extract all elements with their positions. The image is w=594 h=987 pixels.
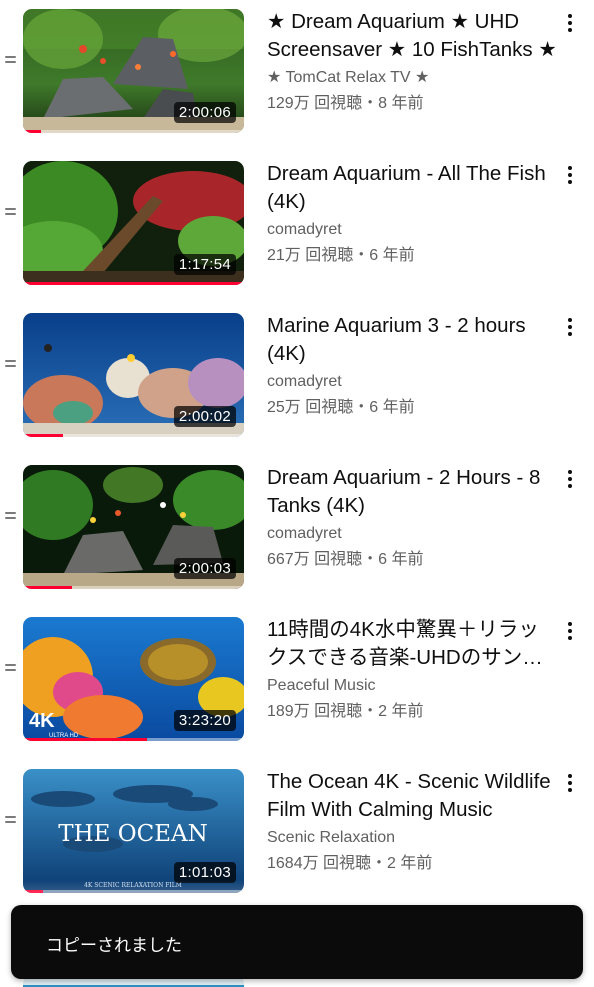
more-options-icon[interactable] xyxy=(562,318,578,338)
view-stats: 21万 回視聴・6 年前 xyxy=(267,247,415,264)
duration-badge: 2:00:02 xyxy=(173,406,236,427)
duration-badge: 3:23:20 xyxy=(173,710,236,731)
video-thumbnail[interactable]: 2:00:03 xyxy=(23,465,244,589)
watch-progress-bar xyxy=(23,586,72,589)
progress-track xyxy=(23,890,244,893)
duration-badge: 1:17:54 xyxy=(173,254,236,275)
duration-badge: 1:01:03 xyxy=(173,862,236,883)
video-title[interactable]: Dream Aquarium - 2 Hours - 8 Tanks (4K) xyxy=(267,464,557,520)
video-title[interactable]: The Ocean 4K - Scenic Wildlife Film With… xyxy=(267,768,557,824)
channel-name[interactable]: comadyret xyxy=(267,371,557,393)
thumbnail-ocean-subtitle: 4K SCENIC RELAXATION FILM xyxy=(84,882,182,889)
drag-handle-icon[interactable] xyxy=(5,816,16,824)
watch-progress-bar xyxy=(23,890,43,893)
video-title[interactable]: 11時間の4K水中驚異＋リラックスできる音楽-UHDのサンゴ礁 xyxy=(267,616,557,672)
view-stats: 25万 回視聴・6 年前 xyxy=(267,399,415,416)
playlist-row[interactable]: 4K ULTRA HD 3:23:20 11時間の4K水中驚異＋リラックスできる… xyxy=(0,608,594,741)
view-stats: 189万 回視聴・2 年前 xyxy=(267,703,424,720)
video-title[interactable]: ★ Dream Aquarium ★ UHD Screensaver ★ 10 … xyxy=(267,8,557,64)
drag-handle-icon[interactable] xyxy=(5,512,16,520)
drag-handle-icon[interactable] xyxy=(5,360,16,368)
watch-progress-bar xyxy=(23,130,41,133)
playlist-row[interactable]: 2:00:02 Marine Aquarium 3 - 2 hours (4K)… xyxy=(0,304,594,437)
drag-handle-icon[interactable] xyxy=(5,56,16,64)
channel-name[interactable]: ★ TomCat Relax TV ★ xyxy=(267,67,557,89)
toast-message: コピーされました xyxy=(46,936,182,956)
view-stats: 667万 回視聴・6 年前 xyxy=(267,551,424,568)
video-thumbnail[interactable]: 1:17:54 xyxy=(23,161,244,285)
playlist-row[interactable]: 1:17:54 Dream Aquarium - All The Fish (4… xyxy=(0,152,594,285)
drag-handle-icon[interactable] xyxy=(5,208,16,216)
channel-name[interactable]: Peaceful Music xyxy=(267,675,557,697)
duration-badge: 2:00:03 xyxy=(173,558,236,579)
channel-name[interactable]: Scenic Relaxation xyxy=(267,827,557,849)
more-options-icon[interactable] xyxy=(562,14,578,34)
thumbnail-ocean-title: THE OCEAN xyxy=(58,821,207,847)
video-meta[interactable]: Dream Aquarium - All The Fish (4K) comad… xyxy=(267,160,557,267)
more-options-icon[interactable] xyxy=(562,774,578,794)
video-thumbnail[interactable]: 4K ULTRA HD 3:23:20 xyxy=(23,617,244,741)
video-meta[interactable]: The Ocean 4K - Scenic Wildlife Film With… xyxy=(267,768,557,875)
view-stats: 129万 回視聴・8 年前 xyxy=(267,95,424,112)
watch-progress-bar xyxy=(23,282,244,285)
playlist-row[interactable]: THE OCEAN 4K SCENIC RELAXATION FILM 1:01… xyxy=(0,760,594,893)
video-title[interactable]: Marine Aquarium 3 - 2 hours (4K) xyxy=(267,312,557,368)
playlist-row[interactable]: 2:00:03 Dream Aquarium - 2 Hours - 8 Tan… xyxy=(0,456,594,589)
video-meta[interactable]: 11時間の4K水中驚異＋リラックスできる音楽-UHDのサンゴ礁 Peaceful… xyxy=(267,616,557,723)
video-thumbnail[interactable]: 2:00:02 xyxy=(23,313,244,437)
video-meta[interactable]: Dream Aquarium - 2 Hours - 8 Tanks (4K) … xyxy=(267,464,557,571)
drag-handle-icon[interactable] xyxy=(5,664,16,672)
thumbnail-4k-badge: 4K xyxy=(29,710,55,732)
more-options-icon[interactable] xyxy=(562,470,578,490)
copied-toast: コピーされました xyxy=(11,905,583,979)
video-thumbnail[interactable]: 2:00:06 xyxy=(23,9,244,133)
video-thumbnail[interactable]: THE OCEAN 4K SCENIC RELAXATION FILM 1:01… xyxy=(23,769,244,893)
playlist-row[interactable]: 2:00:06 ★ Dream Aquarium ★ UHD Screensav… xyxy=(0,0,594,133)
view-stats: 1684万 回視聴・2 年前 xyxy=(267,855,433,872)
channel-name[interactable]: comadyret xyxy=(267,219,557,241)
watch-progress-bar xyxy=(23,738,147,741)
duration-badge: 2:00:06 xyxy=(173,102,236,123)
video-meta[interactable]: ★ Dream Aquarium ★ UHD Screensaver ★ 10 … xyxy=(267,8,557,115)
watch-progress-bar xyxy=(23,434,63,437)
progress-track xyxy=(23,130,244,133)
channel-name[interactable]: comadyret xyxy=(267,523,557,545)
video-title[interactable]: Dream Aquarium - All The Fish (4K) xyxy=(267,160,557,216)
video-meta[interactable]: Marine Aquarium 3 - 2 hours (4K) comadyr… xyxy=(267,312,557,419)
more-options-icon[interactable] xyxy=(562,622,578,642)
more-options-icon[interactable] xyxy=(562,166,578,186)
